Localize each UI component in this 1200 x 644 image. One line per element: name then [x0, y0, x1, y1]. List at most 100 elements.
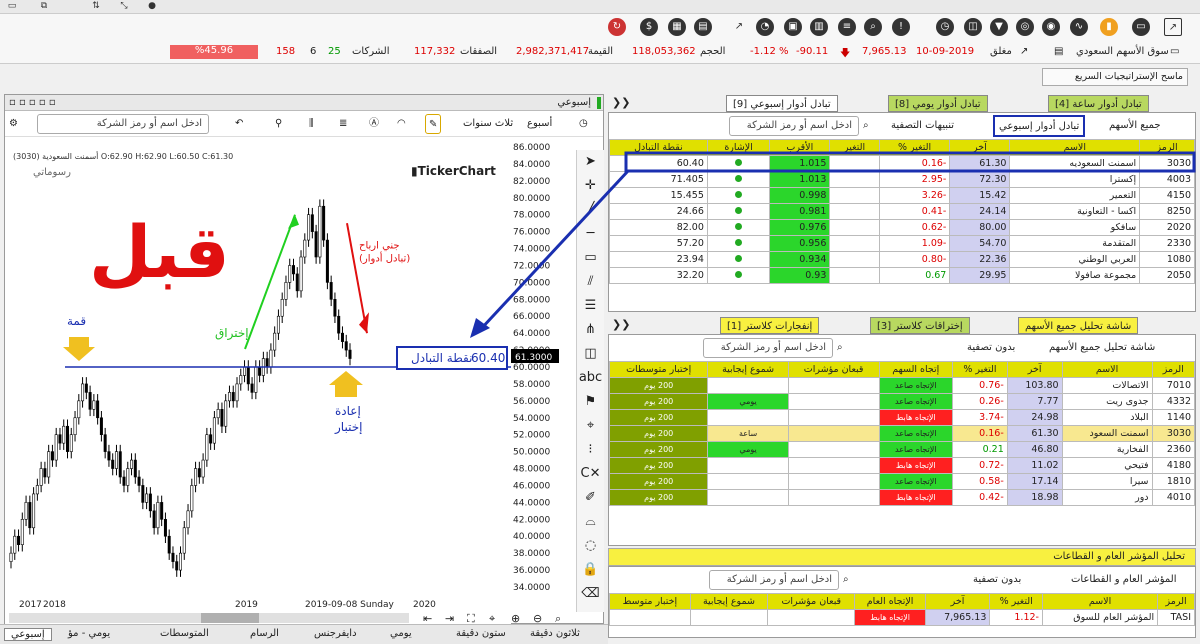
- trend-chart-icon[interactable]: ↗: [1020, 46, 1028, 57]
- strategy-scanner-button[interactable]: ماسح الإستراتيجيات السريع: [1042, 68, 1188, 86]
- table-row[interactable]: 2330 المتقدمة 54.70 -1.09 0.956 57.20: [609, 235, 1195, 252]
- rotation-filter-button[interactable]: تبادل أدوار إسبوعي: [993, 115, 1086, 137]
- column-header[interactable]: الرمز: [1157, 593, 1195, 610]
- chart-area[interactable]: 86.0000 84.0000 82.0000 80.0000 78.0000 76.00…: [5, 137, 603, 625]
- crosshair-icon[interactable]: ✛: [577, 174, 604, 198]
- pitchfork-icon[interactable]: ⋔: [577, 318, 604, 342]
- column-header[interactable]: شموع إيجابية: [707, 361, 789, 378]
- undo-icon[interactable]: ↶: [235, 114, 243, 134]
- trend-icon[interactable]: ↗: [730, 18, 748, 36]
- book-icon[interactable]: ▮: [1100, 18, 1118, 36]
- grid-icon[interactable]: ▦: [668, 18, 686, 36]
- drawings-label[interactable]: رسوماتي: [33, 167, 71, 178]
- column-header[interactable]: التغير %: [878, 139, 951, 156]
- calc-icon[interactable]: ▥: [810, 18, 828, 36]
- table-row[interactable]: 1080 العربي الوطني 22.36 -0.80 0.934 23.94: [609, 251, 1195, 268]
- column-header[interactable]: التغير %: [989, 593, 1043, 610]
- column-header[interactable]: الاسم: [1041, 593, 1159, 610]
- cursor-icon[interactable]: ➤: [577, 150, 604, 174]
- tab-weekly[interactable]: إسبوعي: [4, 628, 52, 641]
- tab-index-analysis[interactable]: تحليل المؤشر العام و القطاعات: [1053, 551, 1185, 562]
- window-icon[interactable]: ▭: [1170, 46, 1179, 57]
- lock-icon[interactable]: 🔒: [577, 558, 604, 582]
- table-row[interactable]: 4150 التعمير 15.42 -3.26 0.998 15.455: [609, 187, 1195, 204]
- column-header[interactable]: التغير: [829, 139, 880, 156]
- search-icon[interactable]: ⌕: [843, 570, 849, 590]
- arrange-icon[interactable]: ⇅: [86, 1, 106, 13]
- table-row[interactable]: 4003 إكسترا 72.30 -2.95 1.013 71.405: [609, 171, 1195, 188]
- analysis-search-input[interactable]: ادخل اسم أو رمز الشركة: [703, 338, 833, 358]
- search-icon[interactable]: ⌕: [863, 116, 869, 136]
- measure-icon[interactable]: ⌖: [577, 414, 604, 438]
- table-row[interactable]: TASI المؤشر العام للسوق -1.12 7,965.13 الإتج…: [609, 609, 1195, 626]
- table-row[interactable]: 7010 الاتصالات 103.80 -0.76 الإتجاه صاعد 200 …: [609, 377, 1195, 394]
- hline-icon[interactable]: ─: [577, 222, 604, 246]
- rect-icon[interactable]: ▭: [577, 246, 604, 270]
- column-header[interactable]: آخر: [924, 593, 991, 610]
- column-header[interactable]: إتجاه السهم: [878, 361, 954, 378]
- table-row[interactable]: 2050 مجموعة صافولا 29.95 0.67 0.93 32.20: [609, 267, 1195, 284]
- tab-cluster-breakouts[interactable]: إختراقات كلاستر [3]: [870, 317, 970, 334]
- collapse-icon[interactable]: ❯❯: [612, 96, 630, 109]
- flag-icon[interactable]: ⚑: [577, 390, 604, 414]
- tab-rotation-daily[interactable]: تبادل أدوار يومي [8]: [888, 95, 988, 112]
- table-row[interactable]: 2020 سافكو 80.00 -0.62 0.976 82.00: [609, 219, 1195, 236]
- column-header[interactable]: الأقرب: [769, 139, 831, 156]
- candlestick-chart[interactable]: 86.0000 84.0000 82.0000 80.0000 78.0000 76.00…: [5, 137, 603, 625]
- tab-daily-ind[interactable]: يومي - مؤ: [68, 628, 110, 639]
- tab-averages[interactable]: المتوسطات: [160, 628, 209, 639]
- line-icon[interactable]: ╱: [577, 198, 604, 222]
- list-icon[interactable]: ≡: [838, 18, 856, 36]
- news-icon[interactable]: ▣: [784, 18, 802, 36]
- settings-icon[interactable]: ⚙: [9, 114, 18, 134]
- briefcase-icon[interactable]: ▤: [694, 18, 712, 36]
- column-header[interactable]: آخر: [949, 139, 1011, 156]
- alert-icon[interactable]: !: [892, 18, 910, 36]
- scrollbar-thumb[interactable]: [201, 613, 259, 623]
- market-name[interactable]: سوق الأسهم السعودي: [1076, 46, 1169, 57]
- column-header[interactable]: التغير %: [952, 361, 1008, 378]
- clock-icon[interactable]: ◷: [579, 114, 588, 134]
- rotation-search-input[interactable]: ادخل اسم أو رمز الشركة: [729, 116, 859, 136]
- panel-controls-icon[interactable]: ▫ ▫ ▫ ▫ ▫: [9, 95, 56, 111]
- gauge-icon[interactable]: ◔: [756, 18, 774, 36]
- table-row[interactable]: 8250 اكسا - التعاونية 24.14 -0.41 0.981 24.66: [609, 203, 1195, 220]
- tab-divergence[interactable]: دايفرجنس: [314, 628, 357, 639]
- compare-icon[interactable]: ◠: [397, 114, 406, 134]
- candles-icon[interactable]: ⫼: [309, 114, 314, 134]
- no-filter-button[interactable]: بدون تصفية: [973, 570, 1021, 590]
- tab-all-stocks-analysis[interactable]: شاشة تحليل جميع الأسهم: [1018, 317, 1139, 334]
- table-row[interactable]: 2360 الفخارية 46.80 0.21 الإتجاه صاعد يومي 200…: [609, 441, 1195, 458]
- tab-cluster-explosions[interactable]: إنفجارات كلاستر [1]: [720, 317, 820, 334]
- column-header[interactable]: شموع إيجابية: [689, 593, 769, 610]
- tab-30min[interactable]: ثلاثون دقيقة: [530, 628, 580, 639]
- eraser-icon[interactable]: ⌫: [577, 582, 604, 606]
- chart-search-input[interactable]: ادخل اسم أو رمز الشركة: [37, 114, 209, 134]
- column-header[interactable]: الإشارة: [706, 139, 771, 156]
- all-stocks-button[interactable]: جميع الأسهم: [1109, 116, 1161, 136]
- column-header[interactable]: نقطة التبادل: [609, 139, 708, 156]
- tab-drawer[interactable]: الرسام: [250, 628, 279, 639]
- column-header[interactable]: الاسم: [1009, 139, 1141, 156]
- table-row[interactable]: 3030 اسمنت السعوديه 61.30 -0.16 1.015 60.40: [609, 155, 1195, 172]
- hide-icon[interactable]: ◌: [577, 534, 604, 558]
- wave-icon[interactable]: ∿: [1070, 18, 1088, 36]
- column-header[interactable]: الرمز: [1139, 139, 1195, 156]
- column-header[interactable]: قبعان مؤشرات: [787, 361, 880, 378]
- magnet-icon[interactable]: ⌓: [577, 510, 604, 534]
- tab-60min[interactable]: ستون دقيقة: [456, 628, 506, 639]
- tab-rotation-hourly[interactable]: تبادل أدوار ساعة [4]: [1048, 95, 1149, 112]
- record-icon[interactable]: ●: [142, 1, 162, 13]
- tab-rotation-weekly[interactable]: تبادل أدوار إسبوعي [9]: [726, 95, 838, 112]
- column-header[interactable]: قبعان مؤشرات: [767, 593, 856, 610]
- table-row[interactable]: 1810 سيرا 17.14 -0.58 الإتجاه صاعد 200 يوم: [609, 473, 1195, 490]
- delete-drawing-icon[interactable]: C✕: [577, 462, 604, 486]
- filter-icon[interactable]: ▼: [990, 18, 1008, 36]
- calendar-icon[interactable]: ▤: [1054, 46, 1063, 57]
- lines-icon[interactable]: ≣: [339, 114, 347, 134]
- no-filter-button[interactable]: بدون تصفية: [967, 338, 1015, 358]
- range-dropdown[interactable]: ثلاث سنوات: [463, 114, 513, 134]
- fib-icon[interactable]: ☰: [577, 294, 604, 318]
- column-header[interactable]: إختبار متوسط: [609, 593, 691, 610]
- minimize-icon[interactable]: ▭: [2, 1, 22, 13]
